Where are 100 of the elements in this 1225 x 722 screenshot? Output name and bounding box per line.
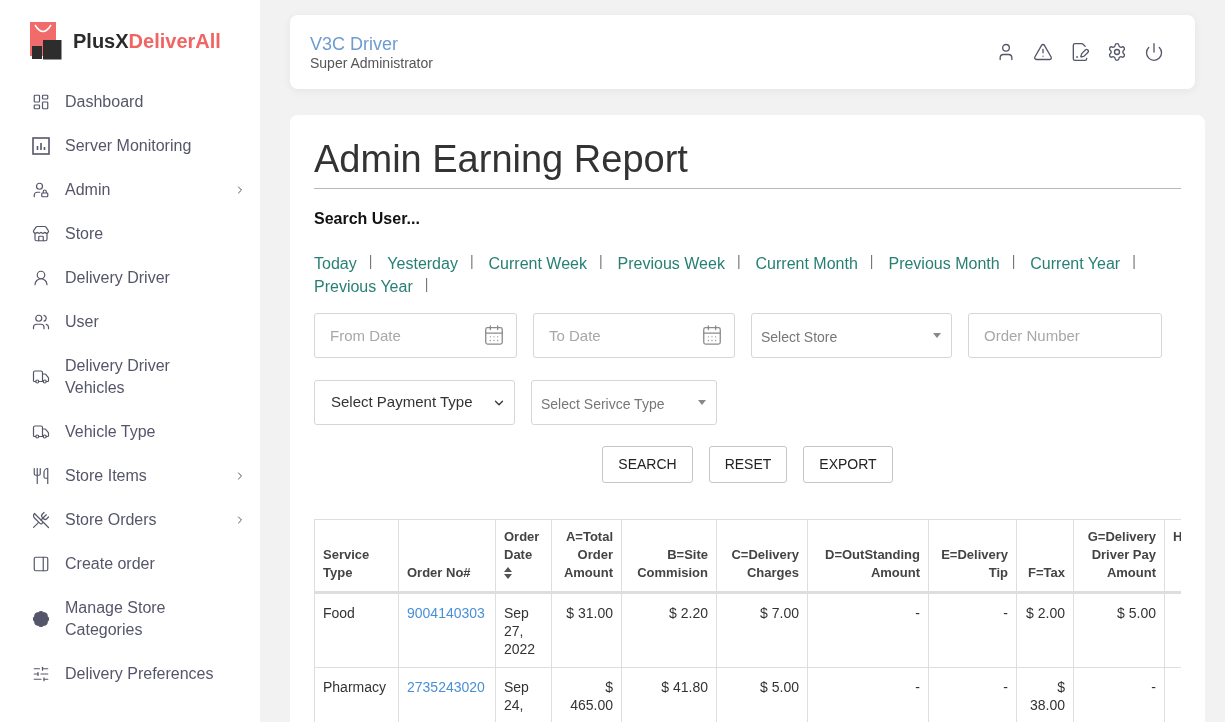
brand-name: PlusXDeliverAll: [73, 29, 221, 53]
fork-knife-icon: [32, 467, 50, 485]
sidebar-label: Vehicle Type: [65, 422, 157, 442]
separator-text: |: [469, 252, 474, 271]
sidebar-label: Create order: [65, 554, 156, 574]
date-range-link[interactable]: Previous Week: [617, 252, 725, 275]
column-header: C=Delivery Charges: [716, 519, 808, 593]
separator-text: |: [368, 252, 373, 271]
table-cell: $ 31.00: [551, 592, 622, 668]
sidebar-item[interactable]: Vehicle Type: [0, 410, 260, 454]
warning-icon[interactable]: [1033, 42, 1053, 62]
date-range-link[interactable]: Current Week: [488, 252, 587, 275]
table-cell: $ 2.20: [621, 592, 717, 668]
sidebar-label: Delivery Preferences: [65, 664, 215, 684]
store-icon: [32, 225, 50, 243]
badge-icon: [32, 610, 50, 628]
separator-text: |: [869, 252, 874, 271]
column-header: F=Tax: [1016, 519, 1074, 593]
caret-down-icon: [933, 333, 941, 338]
caret-down-icon: [698, 400, 706, 405]
table-cell: -: [807, 592, 929, 668]
sidebar-label: Manage Store Categories: [65, 598, 167, 640]
logo-icon: [30, 22, 62, 60]
sidebar-item[interactable]: Create order: [0, 542, 260, 586]
users-icon: [32, 313, 50, 331]
sidebar-item[interactable]: Delivery Driver Vehicles: [0, 344, 260, 410]
column-header: H: [1164, 519, 1181, 593]
user-icon: [32, 269, 50, 287]
sidebar-item[interactable]: Dashboard: [0, 80, 260, 124]
date-range-link[interactable]: Current Month: [755, 252, 858, 275]
date-field[interactable]: From Date: [314, 313, 517, 358]
date-range-link[interactable]: Previous Month: [888, 252, 1000, 275]
settings-icon[interactable]: [1107, 42, 1127, 62]
sidebar-label: Admin: [65, 180, 112, 200]
separator-text: |: [424, 275, 429, 294]
sort-icon[interactable]: [504, 567, 512, 579]
select-field[interactable]: Select Serivce Type: [531, 380, 717, 425]
select-field[interactable]: Select Store: [751, 313, 952, 358]
sidebar-item[interactable]: Store: [0, 212, 260, 256]
table-cell: Food: [314, 592, 399, 668]
separator-text: |: [736, 252, 741, 271]
table-cell: Pharmacy: [314, 667, 399, 722]
table-cell: $ 2.00: [1016, 592, 1074, 668]
sidebar-item[interactable]: Delivery Driver: [0, 256, 260, 300]
sidebar-item[interactable]: Server Monitoring: [0, 124, 260, 168]
table-cell: Sep 27, 2022: [495, 592, 552, 668]
column-header: A=Total Order Amount: [551, 519, 622, 593]
order-number-field[interactable]: Order Number: [968, 313, 1162, 358]
dropdown-field[interactable]: Select Payment Type: [314, 380, 515, 425]
sidebar-label: Store Orders: [65, 510, 158, 530]
table-cell: $ 5.00: [1073, 592, 1165, 668]
edit-icon[interactable]: [1070, 42, 1090, 62]
user-name: V3C Driver: [310, 32, 399, 55]
column-header: Service Type: [314, 519, 399, 593]
sidebar-label: Delivery Driver: [65, 268, 171, 288]
sidebar-label: Delivery Driver Vehicles: [65, 356, 171, 398]
sidebar-label: Server Monitoring: [65, 136, 193, 156]
separator-text: |: [1132, 252, 1136, 271]
calendar-icon: [701, 324, 723, 346]
column-header: G=Delivery Driver Pay Amount: [1073, 519, 1165, 593]
user-role: Super Administrator: [310, 54, 433, 72]
sidebar-item[interactable]: Store Orders: [0, 498, 260, 542]
sidebar-item[interactable]: Admin: [0, 168, 260, 212]
truck-icon: [32, 368, 50, 386]
column-header: D=OutStanding Amount: [807, 519, 929, 593]
dashboard-icon: [32, 93, 50, 111]
sliders-icon: [32, 665, 50, 683]
table-cell: $ 7.00: [716, 592, 808, 668]
crossed-utensils-icon: [32, 511, 50, 529]
separator-text: |: [1011, 252, 1016, 271]
user-lock-icon: [32, 181, 50, 199]
action-button[interactable]: EXPORT: [803, 446, 893, 483]
date-range-link[interactable]: Previous Year: [314, 275, 413, 298]
table-cell: -: [928, 592, 1017, 668]
date-field[interactable]: To Date: [533, 313, 735, 358]
date-range-link[interactable]: Today: [314, 252, 357, 275]
chart-icon: [32, 137, 50, 155]
sidebar-item[interactable]: Manage Store Categories: [0, 586, 260, 652]
calendar-icon: [483, 324, 505, 346]
sidebar-label: User: [65, 312, 100, 332]
sidebar-label: Dashboard: [65, 92, 145, 112]
sidebar-label: Store Items: [65, 466, 148, 486]
search-heading: Search User...: [314, 209, 421, 229]
sidebar-label: Store: [65, 224, 105, 244]
date-range-link[interactable]: Yesterday: [387, 252, 458, 275]
truck-icon: [32, 423, 50, 441]
action-button[interactable]: RESET: [708, 446, 788, 483]
power-icon[interactable]: [1144, 42, 1164, 62]
page-title: Admin Earning Report: [314, 137, 689, 182]
column-header: B=Site Commision: [621, 519, 717, 593]
sidebar-item[interactable]: Delivery Preferences: [0, 652, 260, 696]
order-number-link[interactable]: 9004140303: [407, 605, 485, 621]
sidebar-item[interactable]: User: [0, 300, 260, 344]
column-header: E=Delivery Tip: [928, 519, 1017, 593]
action-button[interactable]: SEARCH: [602, 446, 693, 483]
panel-icon: [32, 555, 50, 573]
sidebar-item[interactable]: Store Items: [0, 454, 260, 498]
column-header: Order No#: [398, 519, 496, 593]
separator-text: |: [598, 252, 603, 271]
date-range-link[interactable]: Current Year: [1030, 252, 1121, 275]
